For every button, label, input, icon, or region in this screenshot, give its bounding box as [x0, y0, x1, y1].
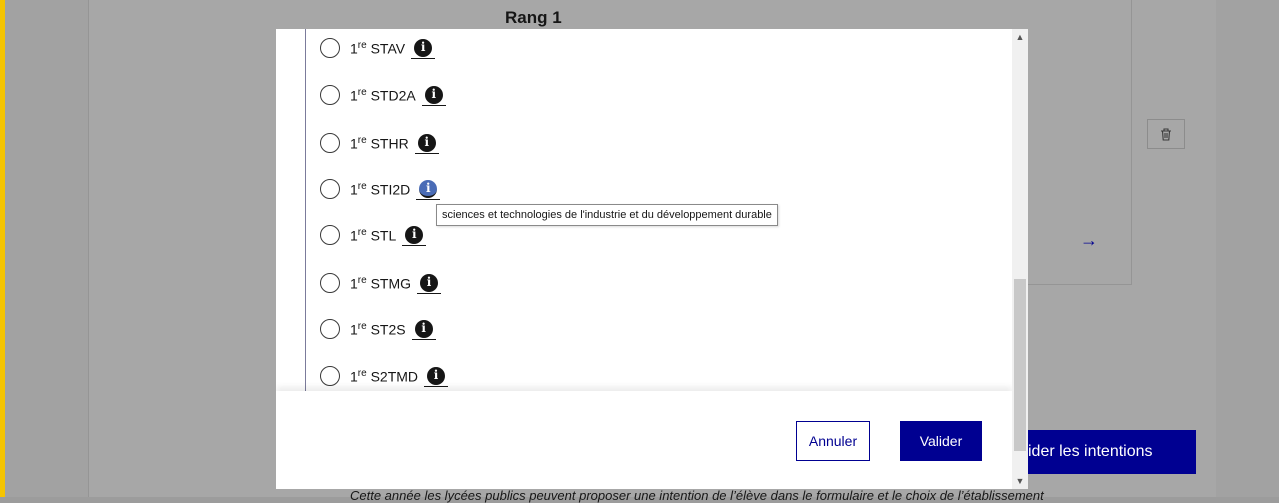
- option-label: 1re STL: [350, 226, 397, 244]
- validate-intentions-button[interactable]: ider les intentions: [1024, 430, 1196, 474]
- background-card: [1015, 0, 1132, 285]
- background-footer-text: Cette année les lycées publics peuvent p…: [350, 488, 1044, 503]
- rank-heading: Rang 1: [505, 8, 562, 27]
- cancel-button[interactable]: Annuler: [796, 421, 870, 461]
- info-icon[interactable]: i: [402, 226, 427, 246]
- background-right-column: [1216, 0, 1279, 497]
- info-icon[interactable]: i: [411, 320, 436, 340]
- option-sti2d[interactable]: 1re STI2D i: [320, 176, 441, 202]
- option-stl[interactable]: 1re STL i: [320, 222, 427, 248]
- option-label: 1re ST2S: [350, 320, 406, 338]
- option-std2a[interactable]: 1re STD2A i: [320, 82, 446, 108]
- scroll-down-icon[interactable]: ▼: [1012, 473, 1028, 489]
- scroll-up-icon[interactable]: ▲: [1012, 29, 1028, 45]
- radio-button[interactable]: [320, 38, 340, 58]
- option-label: 1re STAV: [350, 39, 406, 57]
- background-left-column: [5, 0, 88, 497]
- option-label: 1re STD2A: [350, 86, 416, 104]
- info-icon[interactable]: i: [416, 180, 441, 200]
- choice-modal: 1re STAV i 1re STD2A i 1re STHR i 1re ST…: [276, 29, 1028, 489]
- radio-button[interactable]: [320, 366, 340, 386]
- option-st2s[interactable]: 1re ST2S i: [320, 316, 436, 342]
- option-sthr[interactable]: 1re STHR i: [320, 130, 439, 156]
- radio-button[interactable]: [320, 273, 340, 293]
- info-icon[interactable]: i: [414, 134, 439, 154]
- radio-button[interactable]: [320, 85, 340, 105]
- scroll-thumb[interactable]: [1014, 279, 1026, 451]
- trash-button[interactable]: [1147, 119, 1185, 149]
- option-stav[interactable]: 1re STAV i: [320, 35, 436, 61]
- scrollbar[interactable]: ▲ ▼: [1012, 29, 1028, 489]
- info-icon[interactable]: i: [424, 367, 449, 387]
- option-label: 1re STI2D: [350, 180, 411, 198]
- option-list: 1re STAV i 1re STD2A i 1re STHR i 1re ST…: [276, 29, 1012, 391]
- option-s2tmd[interactable]: 1re S2TMD i: [320, 363, 449, 389]
- modal-footer: Annuler Valider: [276, 391, 1012, 489]
- option-label: 1re S2TMD: [350, 367, 419, 385]
- option-stmg[interactable]: 1re STMG i: [320, 270, 442, 296]
- list-divider: [305, 29, 306, 391]
- info-icon[interactable]: i: [421, 86, 446, 106]
- arrow-right-icon[interactable]: →: [1080, 230, 1098, 251]
- option-label: 1re STMG: [350, 274, 412, 292]
- radio-button[interactable]: [320, 179, 340, 199]
- radio-button[interactable]: [320, 225, 340, 245]
- trash-icon: [1161, 127, 1171, 141]
- option-label: 1re STHR: [350, 134, 409, 152]
- radio-button[interactable]: [320, 133, 340, 153]
- info-icon[interactable]: i: [417, 274, 442, 294]
- info-icon[interactable]: i: [411, 39, 436, 59]
- radio-button[interactable]: [320, 319, 340, 339]
- validate-button[interactable]: Valider: [900, 421, 982, 461]
- tooltip: sciences et technologies de l'industrie …: [436, 204, 778, 226]
